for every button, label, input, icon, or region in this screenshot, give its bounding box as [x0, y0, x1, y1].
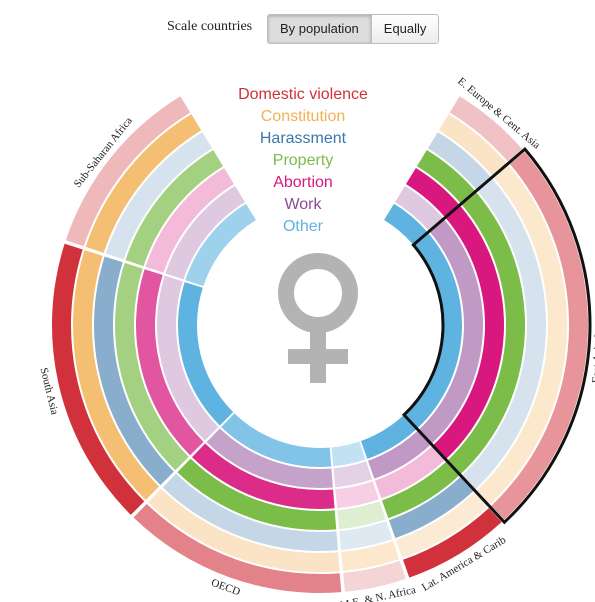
legend-item-constitution: Constitution	[261, 108, 346, 125]
legend-item-work: Work	[284, 196, 322, 213]
region-label-4: OECD	[209, 577, 241, 598]
female-symbol-ring	[278, 253, 358, 333]
legend-item-other: Other	[283, 218, 324, 235]
legend-item-abortion: Abortion	[273, 174, 333, 191]
ring-segment-other-3[interactable]	[331, 441, 366, 467]
radial-chart: E. Europe & Cent. AsiaEast Asia & Pacifi…	[37, 75, 595, 602]
legend-item-harassment: Harassment	[260, 130, 347, 147]
female-symbol-cross	[288, 349, 348, 364]
legend-item-property: Property	[273, 152, 333, 169]
female-symbol-icon	[278, 253, 358, 383]
legend: Domestic violence Constitution Harassment P…	[238, 86, 368, 235]
legend-item-domestic-violence: Domestic violence	[238, 86, 368, 103]
